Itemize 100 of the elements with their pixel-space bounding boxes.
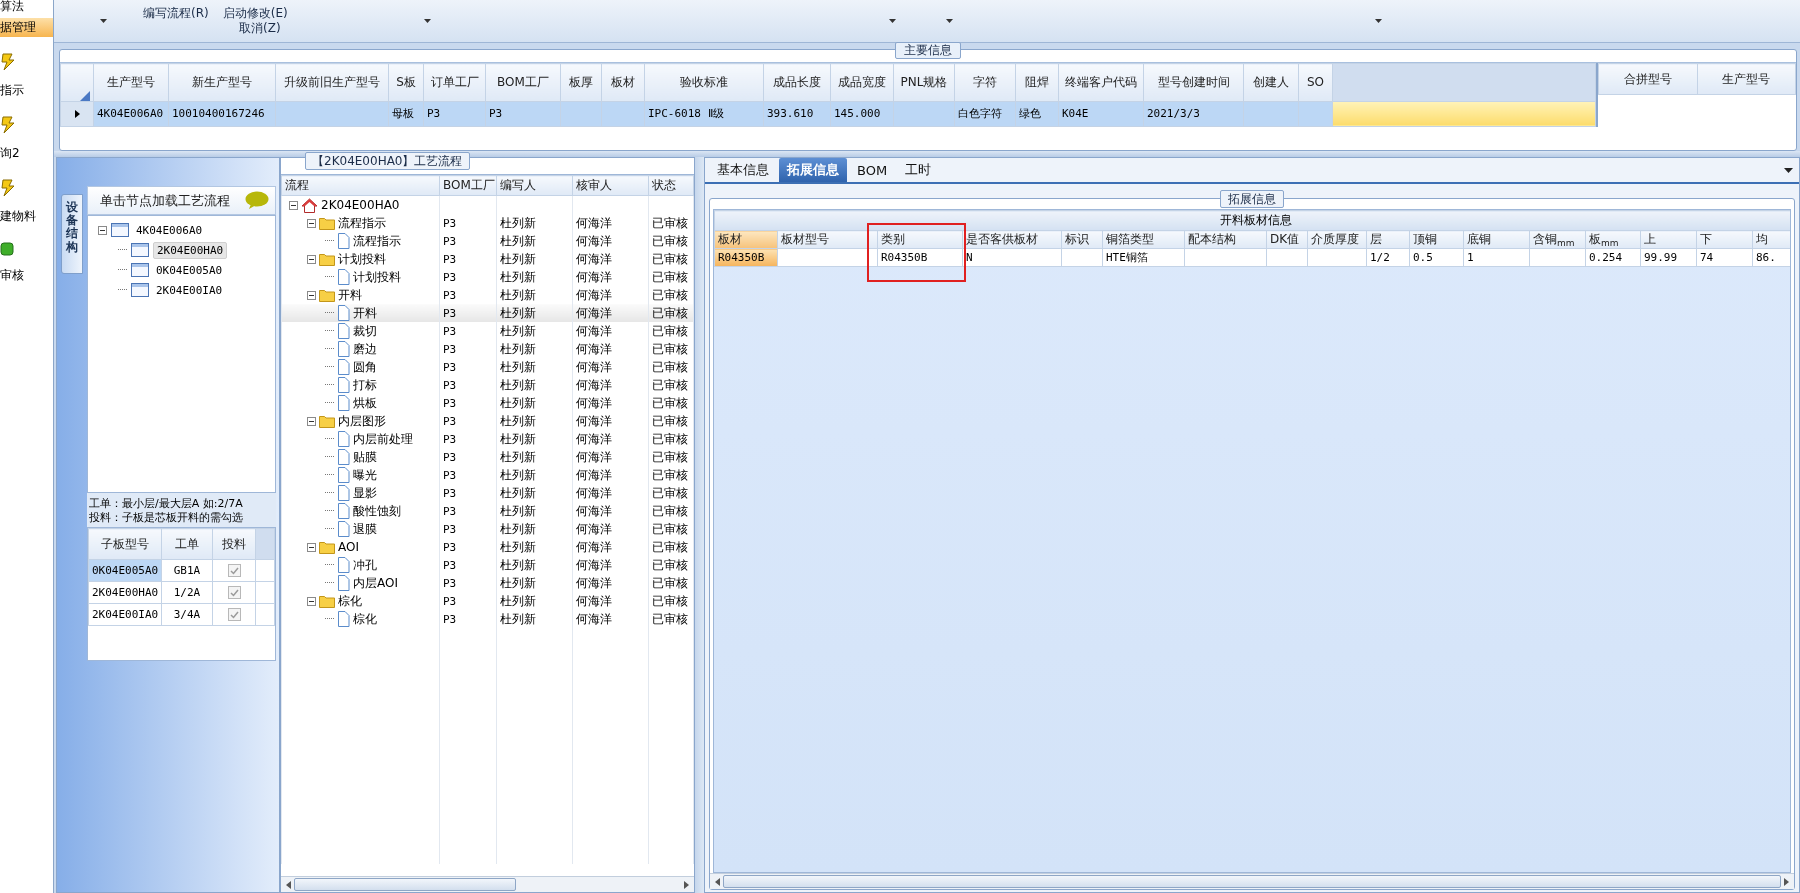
column-header[interactable]: 投料 [212, 528, 256, 560]
horizontal-scrollbar[interactable] [710, 873, 1794, 889]
column-header[interactable]: S板 [388, 63, 424, 102]
column-header[interactable]: 成品长度 [763, 63, 831, 102]
sidebar-item[interactable]: 算法 [0, 0, 53, 16]
column-header[interactable]: 子板型号 [88, 528, 162, 560]
column-header[interactable]: 升级前旧生产型号 [275, 63, 389, 102]
ribbon-command[interactable]: 取消(Z) [239, 21, 281, 36]
side-tab[interactable]: 设备结构 [61, 194, 83, 274]
column-header[interactable]: 成品宽度 [830, 63, 894, 102]
tree-row[interactable]: AOI P3 杜列新 何海洋 已审核 [281, 538, 694, 556]
grid-row[interactable]: 2K04E00HA0 1/2A [88, 581, 275, 604]
column-header[interactable]: 编写人 [496, 175, 573, 196]
collapse-icon[interactable] [98, 225, 107, 235]
column-header[interactable]: 新生产型号 [168, 63, 276, 102]
column-header[interactable]: 合拼型号 [1598, 63, 1697, 95]
column-header[interactable]: 终端客户代码 [1058, 63, 1144, 102]
tree-row[interactable]: 显影 P3 杜列新 何海洋 已审核 [281, 484, 694, 502]
tree-row[interactable]: 磨边 P3 杜列新 何海洋 已审核 [281, 340, 694, 358]
column-header[interactable]: 阻焊 [1015, 63, 1059, 102]
column-header[interactable]: 字符 [954, 63, 1016, 102]
column-header[interactable]: 流程 [281, 175, 440, 196]
column-header[interactable]: PNL规格 [893, 63, 955, 102]
sidebar-item[interactable]: 询2 [0, 144, 53, 163]
tree-item[interactable]: 4K04E006A0 [133, 222, 206, 238]
tree-row[interactable]: 开料 P3 杜列新 何海洋 已审核 [281, 304, 694, 322]
collapse-icon[interactable] [307, 542, 316, 552]
column-header[interactable]: BOM工厂 [439, 175, 497, 196]
tree-row[interactable]: 圆角 P3 杜列新 何海洋 已审核 [281, 358, 694, 376]
column-header[interactable]: SO [1298, 63, 1333, 102]
tree-item-label: 流程指示 [338, 214, 386, 232]
checkbox[interactable] [227, 608, 241, 622]
tab[interactable]: BOM [849, 159, 896, 181]
column-header[interactable]: BOM工厂 [485, 63, 561, 102]
dropdown-caret-icon[interactable] [946, 19, 953, 23]
sidebar-item[interactable]: 据管理 [0, 18, 53, 37]
tab[interactable]: 基本信息 [709, 158, 777, 182]
dropdown-caret-icon[interactable] [100, 19, 107, 23]
dropdown-caret-icon[interactable] [1375, 19, 1382, 23]
table-cell: P3 [485, 101, 561, 127]
tab[interactable]: 拓展信息 [779, 158, 847, 182]
tree-row[interactable]: 裁切 P3 杜列新 何海洋 已审核 [281, 322, 694, 340]
table-cell: 何海洋 [572, 448, 649, 466]
tree-row[interactable]: 内层前处理 P3 杜列新 何海洋 已审核 [281, 430, 694, 448]
tree-row[interactable]: 流程指示 P3 杜列新 何海洋 已审核 [281, 232, 694, 250]
table-cell: P3 [439, 394, 497, 412]
tree-row[interactable]: 内层AOI P3 杜列新 何海洋 已审核 [281, 574, 694, 592]
ribbon-command[interactable]: 启动修改(E) [222, 6, 288, 21]
sidebar-item[interactable]: 指示 [0, 81, 53, 100]
tree-row[interactable]: 计划投料 P3 杜列新 何海洋 已审核 [281, 268, 694, 286]
tree-item[interactable]: 2K04E00IA0 [153, 282, 226, 298]
tree-row[interactable]: 2K04E00HA0 [281, 195, 694, 214]
table-title: 开料板材信息 [714, 210, 1790, 231]
collapse-icon[interactable] [289, 200, 298, 210]
checkbox[interactable] [227, 564, 241, 578]
checkbox[interactable] [227, 586, 241, 600]
folder-icon [319, 252, 335, 266]
tree-row[interactable]: 内层图形 P3 杜列新 何海洋 已审核 [281, 412, 694, 430]
collapse-icon[interactable] [307, 596, 316, 606]
tree-row[interactable]: 贴膜 P3 杜列新 何海洋 已审核 [281, 448, 694, 466]
column-header[interactable]: 创建人 [1243, 63, 1299, 102]
tree-item[interactable]: 0K04E005A0 [153, 262, 226, 278]
column-header[interactable]: 板厚 [560, 63, 602, 102]
tab[interactable]: 工时 [897, 158, 940, 182]
ribbon-command[interactable]: 编写流程(R) [143, 6, 209, 21]
column-header[interactable]: 型号创建时间 [1143, 63, 1244, 102]
tree-row[interactable]: 棕化 P3 杜列新 何海洋 已审核 [281, 592, 694, 610]
dropdown-caret-icon[interactable] [424, 19, 431, 23]
tree-row[interactable]: 计划投料 P3 杜列新 何海洋 已审核 [281, 250, 694, 268]
tree-row[interactable]: 烘板 P3 杜列新 何海洋 已审核 [281, 394, 694, 412]
column-header[interactable]: 生产型号 [93, 63, 169, 102]
column-header[interactable]: 工单 [161, 528, 213, 560]
tree-row[interactable]: 曝光 P3 杜列新 何海洋 已审核 [281, 466, 694, 484]
tree-item[interactable]: 2K04E00HA0 [153, 241, 228, 259]
column-header[interactable]: 核审人 [572, 175, 649, 196]
column-header[interactable]: 订单工厂 [423, 63, 486, 102]
grid-row[interactable]: 2K04E00IA0 3/4A [88, 603, 275, 626]
column-header[interactable]: 板材 [601, 63, 645, 102]
collapse-icon[interactable] [307, 416, 316, 426]
horizontal-scrollbar[interactable] [281, 876, 694, 892]
tree-row[interactable]: 打标 P3 杜列新 何海洋 已审核 [281, 376, 694, 394]
tree-row[interactable]: 流程指示 P3 杜列新 何海洋 已审核 [281, 214, 694, 232]
sidebar-item[interactable]: 审核 [0, 266, 53, 285]
grid-row[interactable]: 4K04E006A0 10010400167246 母板 P3 P3 IPC-6018 Ⅱ级 393.610 145.000 白色字符 绿色 K04E 2021/3/3 [60, 101, 1596, 127]
tree-row[interactable]: 冲孔 P3 杜列新 何海洋 已审核 [281, 556, 694, 574]
dropdown-caret-icon[interactable] [1784, 167, 1793, 173]
column-header[interactable]: 验收标准 [644, 63, 764, 102]
grid-row[interactable]: 0K04E005A0 GB1A [88, 559, 275, 582]
tree-row[interactable]: 酸性蚀刻 P3 杜列新 何海洋 已审核 [281, 502, 694, 520]
collapse-icon[interactable] [307, 254, 316, 264]
dropdown-caret-icon[interactable] [889, 19, 896, 23]
tree-row[interactable]: 棕化 P3 杜列新 何海洋 已审核 [281, 610, 694, 628]
gem-icon[interactable] [0, 242, 14, 256]
collapse-icon[interactable] [307, 290, 316, 300]
sidebar-item[interactable]: 建物料 [0, 207, 53, 226]
collapse-icon[interactable] [307, 218, 316, 228]
tree-row[interactable]: 退膜 P3 杜列新 何海洋 已审核 [281, 520, 694, 538]
table-cell: P3 [439, 610, 497, 628]
column-header[interactable]: 生产型号 [1697, 63, 1796, 95]
column-header[interactable]: 状态 [648, 175, 694, 196]
